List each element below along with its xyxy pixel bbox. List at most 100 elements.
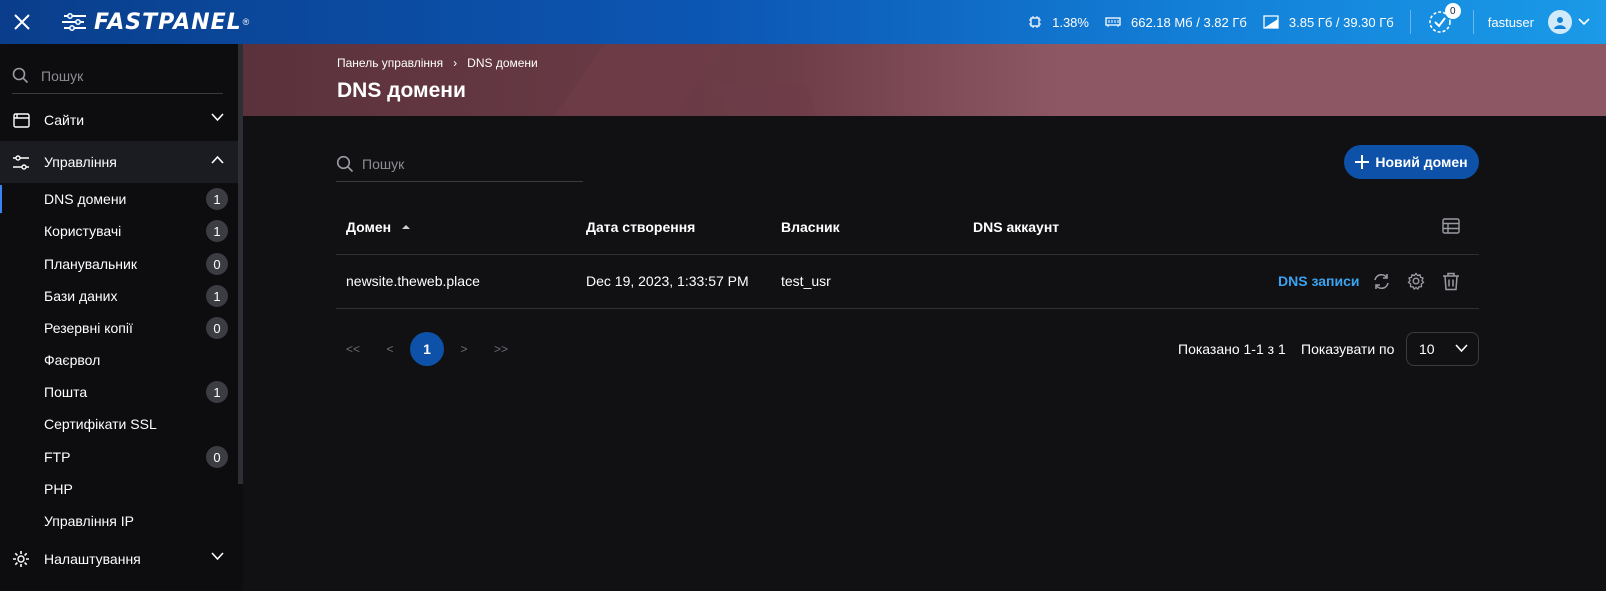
first-page-button[interactable]: <<: [336, 332, 370, 366]
new-domain-label: Новий домен: [1375, 154, 1468, 170]
sidebar-item-label: Резервні копії: [44, 320, 133, 336]
sidebar-item-label: Управління IP: [44, 513, 134, 529]
browser-window-icon: [12, 112, 30, 128]
count-badge: 1: [206, 188, 228, 210]
sidebar-item-label: Планувальник: [44, 256, 137, 272]
disk-stat: 3.85 Гб / 39.30 Гб: [1263, 15, 1394, 30]
sidebar-item-mail[interactable]: Пошта 1: [0, 376, 238, 408]
chevron-up-icon: [211, 155, 224, 164]
breadcrumb-root-link[interactable]: Панель управління: [337, 56, 443, 70]
column-header-dns-account[interactable]: DNS аккаунт: [973, 219, 1059, 235]
cpu-value: 1.38%: [1052, 14, 1089, 30]
chevron-down-icon: [211, 552, 224, 561]
trash-icon: [1443, 272, 1459, 290]
system-stats: 1.38% 662.18 Мб / 3.82 Гб 3.85 Гб / 39.3…: [1028, 0, 1606, 44]
delete-button[interactable]: [1440, 270, 1462, 292]
settings-button[interactable]: [1405, 270, 1427, 292]
column-label: DNS аккаунт: [973, 219, 1060, 235]
column-header-created[interactable]: Дата створення: [586, 219, 695, 235]
per-page-select[interactable]: 10: [1406, 332, 1479, 366]
username: fastuser: [1487, 14, 1534, 30]
column-settings-button[interactable]: [1442, 218, 1460, 234]
count-badge: 1: [206, 381, 228, 403]
new-domain-button[interactable]: Новий домен: [1344, 145, 1479, 179]
page-title: DNS домени: [337, 79, 466, 102]
sidebar-item-firewall[interactable]: Фаєрвол: [0, 344, 238, 376]
sidebar: Пошук Сайти Управління DNS домени 1 Кори…: [0, 44, 243, 591]
prev-page-button[interactable]: <: [373, 332, 407, 366]
breadcrumb: Панель управління › DNS домени: [337, 56, 538, 70]
divider: [1472, 10, 1474, 34]
sidebar-section-label: Управління: [44, 154, 117, 170]
user-icon: [1554, 17, 1566, 29]
cpu-stat: 1.38%: [1028, 15, 1089, 30]
sort-ascending-icon: [402, 225, 411, 229]
count-badge: 1: [206, 220, 228, 242]
column-header-domain[interactable]: Домен: [346, 219, 411, 235]
sidebar-search-input[interactable]: Пошук: [12, 58, 223, 94]
cpu-icon: [1029, 16, 1042, 28]
next-page-button[interactable]: >: [447, 332, 481, 366]
table-row[interactable]: newsite.theweb.place Dec 19, 2023, 1:33:…: [336, 255, 1479, 309]
search-input[interactable]: Пошук: [336, 146, 583, 182]
sidebar-item-ftp[interactable]: FTP 0: [0, 441, 238, 473]
gear-icon: [1407, 272, 1425, 290]
breadcrumb-current: DNS домени: [467, 56, 538, 70]
sidebar-item-backups[interactable]: Резервні копії 0: [0, 312, 238, 344]
disk-icon: [1263, 15, 1279, 29]
sidebar-item-users[interactable]: Користувачі 1: [0, 215, 238, 247]
cell-domain[interactable]: newsite.theweb.place: [346, 273, 480, 289]
pagination: << < 1 > >>: [336, 332, 521, 366]
page-button-current[interactable]: 1: [410, 332, 444, 366]
search-icon: [336, 155, 354, 172]
sidebar-section-settings[interactable]: Налаштування: [0, 538, 238, 580]
per-page-value: 10: [1419, 341, 1435, 357]
last-page-button[interactable]: >>: [484, 332, 518, 366]
sidebar-item-label: DNS домени: [44, 191, 127, 207]
column-header-owner[interactable]: Власник: [781, 219, 840, 235]
logo[interactable]: FASTPANEL ®: [62, 10, 249, 35]
sidebar-search-placeholder: Пошук: [41, 67, 84, 84]
sidebar-item-databases[interactable]: Бази даних 1: [0, 280, 238, 312]
sliders-icon: [13, 154, 29, 170]
ram-icon: [1105, 17, 1121, 27]
close-menu-button[interactable]: [0, 0, 44, 44]
sidebar-item-ip-management[interactable]: Управління IP: [0, 505, 238, 537]
header-decoration: [715, 84, 821, 116]
sidebar-item-php[interactable]: PHP: [0, 473, 238, 505]
table-columns-icon: [1442, 218, 1460, 234]
sidebar-item-scheduler[interactable]: Планувальник 0: [0, 248, 238, 280]
sidebar-item-ssl-certificates[interactable]: Сертифікати SSL: [0, 408, 238, 440]
dns-records-link[interactable]: DNS записи: [1278, 273, 1359, 289]
tasks-count-badge: 0: [1444, 3, 1461, 19]
search-placeholder: Пошук: [362, 155, 405, 172]
ram-value: 662.18 Мб / 3.82 Гб: [1130, 14, 1247, 30]
table-header: Домен Дата створення Власник DNS аккаунт: [336, 200, 1479, 255]
column-label: Дата створення: [586, 219, 696, 235]
ram-stat: 662.18 Мб / 3.82 Гб: [1105, 15, 1247, 30]
page-header: Панель управління › DNS домени DNS домен…: [243, 44, 1606, 116]
column-label: Домен: [346, 219, 392, 235]
chevron-down-icon: [211, 113, 224, 122]
cell-created: Dec 19, 2023, 1:33:57 PM: [586, 273, 749, 289]
logo-registered: ®: [242, 17, 250, 27]
sidebar-section-sites[interactable]: Сайти: [0, 99, 238, 141]
sidebar-item-label: Користувачі: [44, 223, 122, 239]
refresh-button[interactable]: [1370, 270, 1392, 292]
chevron-down-icon: [1455, 344, 1468, 353]
count-badge: 0: [206, 446, 228, 468]
sidebar-item-label: Сертифікати SSL: [44, 416, 157, 432]
sidebar-section-management[interactable]: Управління: [0, 141, 238, 183]
user-menu[interactable]: fastuser: [1488, 10, 1590, 34]
refresh-icon: [1373, 273, 1389, 289]
count-badge: 1: [206, 285, 228, 307]
avatar: [1548, 10, 1572, 34]
chevron-down-icon: [1578, 18, 1590, 26]
logo-icon: [62, 13, 86, 31]
divider: [1409, 10, 1411, 34]
tasks-button[interactable]: 0: [1425, 3, 1461, 37]
sidebar-item-dns-domains[interactable]: DNS домени 1: [0, 183, 238, 215]
sidebar-item-label: Фаєрвол: [44, 352, 101, 368]
shown-count: Показано 1-1 з 1: [1178, 341, 1286, 357]
sidebar-item-label: PHP: [44, 481, 73, 497]
